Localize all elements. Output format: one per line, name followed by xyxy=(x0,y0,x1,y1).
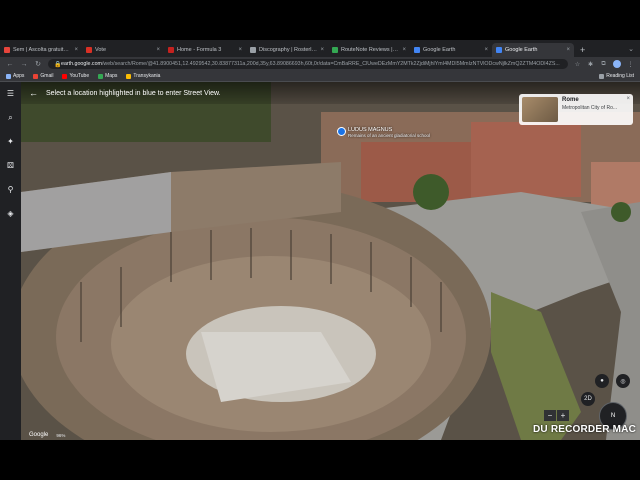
pegman-icon[interactable]: ● xyxy=(595,374,609,388)
reading-list[interactable]: Reading List xyxy=(599,73,634,79)
profile-avatar[interactable] xyxy=(613,60,621,68)
tab-7-active[interactable]: Google Earth × xyxy=(492,43,574,57)
address-host: earth.google.com xyxy=(61,61,102,67)
close-icon[interactable]: × xyxy=(402,47,406,53)
close-icon[interactable]: × xyxy=(156,47,160,53)
reading-list-icon xyxy=(599,73,605,79)
tab-2[interactable]: Vote × xyxy=(82,43,164,57)
poi-marker[interactable]: LUDUS MAGNUS Remains of an ancient gladi… xyxy=(337,127,430,138)
menu-kebab-icon[interactable]: ⋮ xyxy=(627,61,634,68)
earth-app: ☰ ⌕ ✦ ⚄ ⚲ ◈ ← Select a location highligh… xyxy=(0,82,640,440)
zoom-in-button[interactable]: + xyxy=(557,410,569,421)
favicon-icon xyxy=(496,47,502,53)
tab-strip: Sem | Ascolta gratuitament× Vote× Home -… xyxy=(0,40,640,57)
new-tab-button[interactable]: + xyxy=(574,43,591,57)
youtube-icon xyxy=(62,73,68,79)
puzzle-icon[interactable]: ⧉ xyxy=(600,61,607,68)
address-path: /web/search/Rome/@41.8900451,12.4929542,… xyxy=(101,61,560,67)
close-icon[interactable]: × xyxy=(484,47,488,53)
tab-3[interactable]: Home - Formula 3 × xyxy=(164,43,246,57)
close-icon[interactable]: × xyxy=(566,47,570,53)
place-title: Rome xyxy=(562,97,579,103)
place-subtitle: Metropolitan City of Ro... xyxy=(562,105,618,111)
hamburger-menu-icon[interactable]: ☰ xyxy=(5,88,17,100)
recorder-watermark: DU RECORDER MAC xyxy=(533,424,636,435)
bookmark-icon xyxy=(126,73,132,79)
browser-window: Sem | Ascolta gratuitament× Vote× Home -… xyxy=(0,40,640,440)
favicon-icon xyxy=(414,47,420,53)
search-icon[interactable]: ⌕ xyxy=(5,112,17,124)
lock-icon: 🔒 xyxy=(54,61,62,68)
bookmark-transykania[interactable]: Transykania xyxy=(126,73,160,79)
address-bar[interactable]: 🔒 earth.google.com/web/search/Rome/@41.8… xyxy=(48,59,568,69)
view-mode-toggle[interactable]: 2D xyxy=(581,392,595,406)
tab-1[interactable]: Sem | Ascolta gratuitament× xyxy=(0,43,82,57)
bookmarks-bar: Apps Gmail YouTube Maps Transykania Read… xyxy=(0,71,640,82)
back-arrow-icon[interactable]: ← xyxy=(6,61,14,68)
zoom-controls: − + xyxy=(544,410,569,421)
favicon-icon xyxy=(4,47,10,53)
tab-search-icon[interactable]: ⌄ xyxy=(622,43,640,57)
favicon-icon xyxy=(86,47,92,53)
back-arrow-icon[interactable]: ← xyxy=(29,88,38,98)
browser-toolbar: ← → ↻ 🔒 earth.google.com/web/search/Rome… xyxy=(0,57,640,71)
close-icon[interactable]: × xyxy=(74,47,78,53)
close-icon[interactable]: × xyxy=(626,96,630,102)
bookmark-youtube[interactable]: YouTube xyxy=(62,73,89,79)
reload-icon[interactable]: ↻ xyxy=(34,60,42,68)
scale-readout: 96% xyxy=(56,432,66,438)
tab-5[interactable]: RouteNote Reviews | Read× xyxy=(328,43,410,57)
gmail-icon xyxy=(33,73,39,79)
forward-arrow-icon[interactable]: → xyxy=(20,61,28,68)
maps-icon xyxy=(98,73,104,79)
extension-icon[interactable]: ✱ xyxy=(587,61,594,68)
favicon-icon xyxy=(332,47,338,53)
close-icon[interactable]: × xyxy=(320,47,324,53)
voyager-icon[interactable]: ✦ xyxy=(5,136,17,148)
street-view-hint: Select a location highlighted in blue to… xyxy=(46,89,221,97)
close-icon[interactable]: × xyxy=(238,47,242,53)
tab-4[interactable]: Discography | Rosterleim × xyxy=(246,43,328,57)
zoom-out-button[interactable]: − xyxy=(544,410,556,421)
star-icon[interactable]: ☆ xyxy=(574,61,581,68)
tab-6[interactable]: Google Earth × xyxy=(410,43,492,57)
favicon-icon xyxy=(168,47,174,53)
dice-icon[interactable]: ⚄ xyxy=(5,160,17,172)
place-card[interactable]: Rome Metropolitan City of Ro... × xyxy=(519,94,633,125)
google-logo: Google xyxy=(29,432,49,438)
layers-icon[interactable]: ◈ xyxy=(5,208,17,220)
map-viewport[interactable]: ← Select a location highlighted in blue … xyxy=(21,82,640,440)
bookmark-maps[interactable]: Maps xyxy=(98,73,117,79)
poi-subtitle: Remains of an ancient gladiatorial schoo… xyxy=(348,133,431,138)
colosseum-aerial-image xyxy=(21,82,640,440)
location-pin-icon[interactable]: ⚲ xyxy=(5,184,17,196)
location-pin-icon xyxy=(337,127,346,136)
place-thumbnail xyxy=(522,97,558,122)
apps-grid-icon xyxy=(6,73,11,79)
favicon-icon xyxy=(250,47,256,53)
bookmark-gmail[interactable]: Gmail xyxy=(33,73,53,79)
my-location-icon[interactable]: ◎ xyxy=(616,374,630,388)
earth-sidebar: ☰ ⌕ ✦ ⚄ ⚲ ◈ xyxy=(0,82,21,440)
bookmark-apps[interactable]: Apps xyxy=(6,73,24,79)
